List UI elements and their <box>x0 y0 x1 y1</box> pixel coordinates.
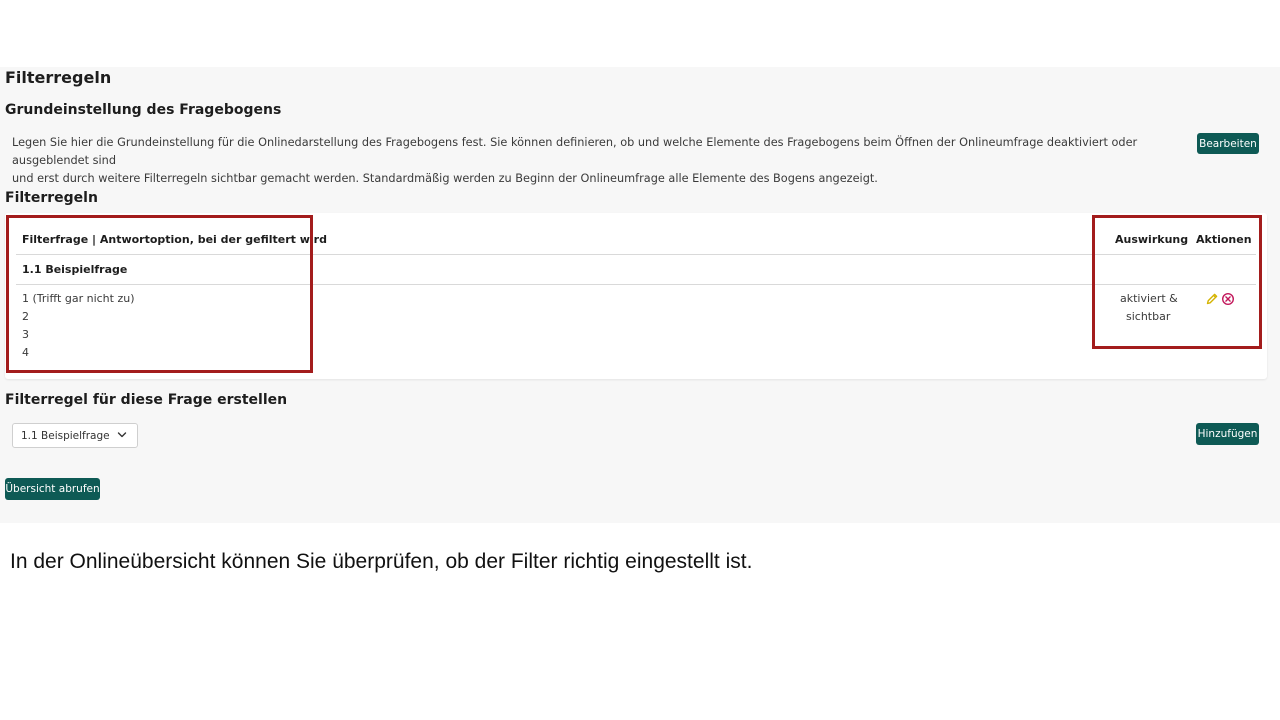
edit-pencil-icon[interactable] <box>1205 292 1219 306</box>
overview-button[interactable]: Übersicht abrufen <box>5 478 100 500</box>
rules-heading: Filterregeln <box>5 190 98 206</box>
settings-heading: Grundeinstellung des Fragebogens <box>5 102 282 118</box>
edit-settings-button[interactable]: Bearbeiten <box>1197 133 1259 154</box>
delete-circle-x-icon[interactable] <box>1221 292 1235 306</box>
add-rule-button[interactable]: Hinzufügen <box>1196 423 1259 445</box>
question-select-value: 1.1 Beispielfrage <box>21 429 110 442</box>
question-group-label: 1.1 Beispielfrage <box>22 263 128 276</box>
question-select[interactable]: 1.1 Beispielfrage <box>12 423 138 448</box>
effect-line2: sichtbar <box>1126 310 1171 323</box>
create-rule-heading: Filterregel für diese Frage erstellen <box>5 392 288 408</box>
settings-description-line1: Legen Sie hier die Grundeinstellung für … <box>12 136 1138 167</box>
answer-option-1: 1 (Trifft gar nicht zu) <box>22 292 135 305</box>
column-header-actions: Aktionen <box>1196 233 1252 246</box>
settings-description-line2: und erst durch weitere Filterregeln sich… <box>12 172 878 185</box>
chevron-down-icon <box>117 432 127 438</box>
column-header-effect: Auswirkung <box>1115 233 1189 246</box>
column-header-question: Filterfrage | Antwortoption, bei der gef… <box>22 233 327 246</box>
page-title: Filterregeln <box>5 68 112 87</box>
answer-option-2: 2 <box>22 310 29 323</box>
header-divider <box>16 254 1256 255</box>
group-divider <box>16 284 1256 285</box>
slide-caption: In der Onlineübersicht können Sie überpr… <box>10 550 753 573</box>
filter-rules-table: Filterfrage | Antwortoption, bei der gef… <box>5 213 1267 379</box>
effect-line1: aktiviert & <box>1120 292 1178 305</box>
answer-option-4: 4 <box>22 346 29 359</box>
settings-description: Legen Sie hier die Grundeinstellung für … <box>12 134 1187 188</box>
answer-option-3: 3 <box>22 328 29 341</box>
